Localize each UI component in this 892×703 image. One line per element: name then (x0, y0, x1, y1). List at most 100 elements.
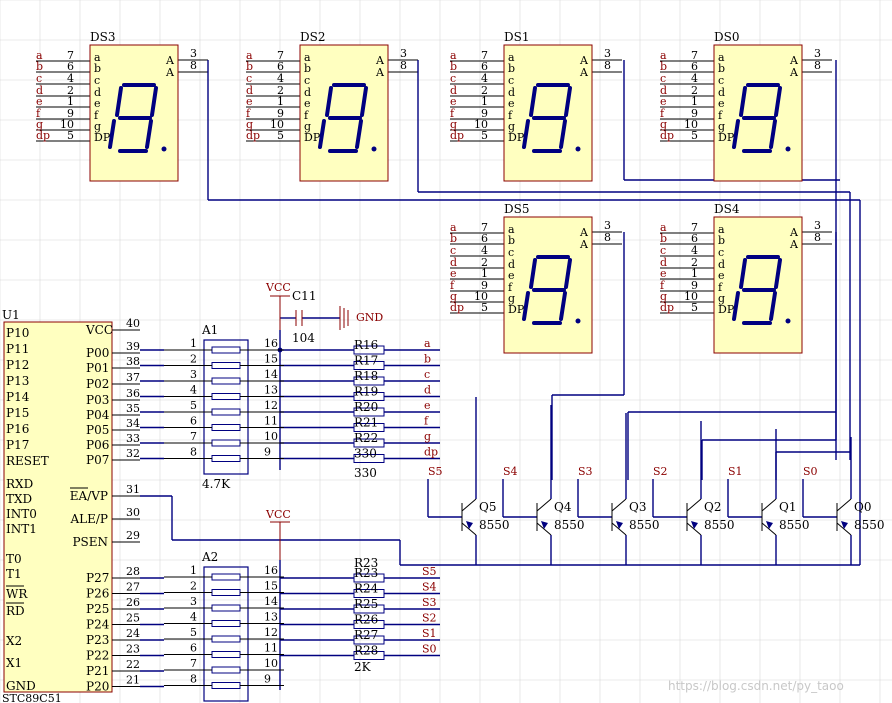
a1-resistor (211, 424, 241, 431)
vcc-label-1: VCC (265, 281, 291, 294)
a2-num-l: 2 (190, 580, 197, 593)
mcu-pin-0: EA/VP (70, 489, 108, 503)
net-label-S3: S3 (422, 596, 437, 609)
r-bot-ref: R24 (354, 582, 379, 596)
q5-part: 8550 (854, 518, 885, 532)
a1-num-r: 16 (264, 337, 278, 350)
cap-ref: C11 (292, 289, 316, 303)
a1-num-r: 13 (264, 384, 278, 397)
ds3-body (89, 44, 179, 182)
a1-num-r: 15 (264, 353, 278, 366)
ds0-com-label-2: A (789, 66, 799, 79)
ds1-seg-label: DP (508, 131, 525, 144)
mcu-pin-num: 31 (126, 483, 140, 496)
ds3-com-label-2: A (165, 66, 175, 79)
ds4-com-num: 8 (814, 231, 821, 244)
mcu-pin-num: 25 (126, 612, 140, 625)
net-label-dp: dp (424, 446, 438, 459)
a2-num-l: 1 (190, 564, 197, 577)
r-top-ref: R16 (354, 338, 378, 352)
mcu-ref: U1 (2, 308, 20, 322)
mcu-pin-num: 27 (126, 581, 140, 594)
r-bot-ref: R25 (354, 597, 378, 611)
q4-part: 8550 (779, 518, 810, 532)
ds0-dp-dot (785, 146, 791, 152)
a2-resistor (211, 589, 241, 596)
mcu-pin-gnd: GND (6, 679, 36, 693)
q5-net: S0 (803, 465, 818, 478)
r-top-ref: R17 (354, 354, 378, 368)
q3-net: S2 (653, 465, 668, 478)
net-label-b: b (424, 353, 431, 366)
a1-resistor (211, 377, 241, 385)
ds4-body (713, 216, 803, 354)
mcu-pin-num: 38 (126, 355, 140, 368)
a2-num-l: 6 (190, 642, 197, 655)
mcu-pin-int1: INT1 (6, 522, 37, 536)
net-label-S2: S2 (422, 612, 437, 625)
ds1-ref: DS1 (504, 30, 529, 44)
mcu-pin-rxd: RXD (6, 477, 33, 491)
schematic-canvas: DS3a 7 ab 6 bc 4 cd 2 de 1 ef 9 fg 10 gdp 5 DPAA38DS2a 7 a… (0, 0, 892, 703)
mcu-pin-p05: P05 (86, 423, 109, 437)
q0-collector (461, 498, 477, 512)
q0-net: S5 (428, 465, 443, 478)
mcu-pin-num: 40 (126, 317, 140, 330)
net-label-c: c (424, 368, 430, 381)
mcu-pin-num: 32 (126, 447, 140, 460)
q4-net: S1 (728, 465, 743, 478)
ds4-pin-num: 5 (691, 301, 698, 314)
mcu-pin-int0: INT0 (6, 507, 37, 521)
mcu-pin-p03: P03 (86, 393, 109, 407)
a1-num-r: 9 (264, 446, 271, 459)
mcu-pin-reset: RESET (6, 454, 49, 468)
vcc-label-2: VCC (265, 508, 291, 521)
mcu-pin-num: 23 (126, 643, 140, 656)
q4-collector (761, 498, 777, 512)
q1-ref: Q4 (554, 500, 572, 514)
a1-ref: A1 (201, 323, 218, 337)
net-label-a: a (424, 337, 431, 350)
a2-num-r: 10 (264, 657, 278, 670)
mcu-pin-num: 35 (126, 402, 140, 415)
a2-num-l: 7 (190, 657, 197, 670)
ds2-pin-num: 5 (277, 129, 284, 142)
a1-resistor (211, 393, 241, 400)
ds3-pin-num: 5 (67, 129, 74, 142)
a2-num-r: 16 (264, 564, 278, 577)
q2-collector (611, 498, 627, 512)
mcu-pin-p23: P23 (86, 633, 109, 647)
mcu-pin-2: PSEN (72, 535, 108, 549)
mcu-pin-p26: P26 (86, 587, 109, 601)
a2-resistor (211, 651, 241, 658)
ds2-dp-dot (371, 146, 377, 152)
ds5-com-num: 8 (604, 231, 611, 244)
ds3-seg-label: DP (94, 131, 111, 144)
mcu-pin-p10: P10 (6, 326, 29, 340)
ds0-ref: DS0 (714, 30, 739, 44)
q3-part: 8550 (704, 518, 735, 532)
r-top-ref: 330 (354, 447, 377, 461)
a2-resistor (211, 620, 241, 627)
mcu-pin-num: 26 (126, 596, 140, 609)
ds5-pin-num: 5 (481, 301, 488, 314)
mcu-pin-num: 39 (126, 340, 140, 353)
mcu-pin-num: 30 (126, 506, 140, 519)
r-bot-ref: R27 (354, 628, 378, 642)
a1-resistor (211, 346, 241, 354)
ds1-pin-num: 5 (481, 129, 488, 142)
a1-num-r: 14 (264, 368, 278, 381)
a2-num-r: 13 (264, 611, 278, 624)
a2-resistor (211, 666, 241, 674)
mcu-pin-wr: WR (6, 587, 28, 601)
a1-num-l: 1 (190, 337, 197, 350)
mcu-pin-num: 21 (126, 674, 140, 687)
a2-num-r: 11 (264, 642, 278, 655)
a1-num-l: 6 (190, 415, 197, 428)
mcu-pin-num: 34 (126, 417, 140, 430)
ds1-body (503, 44, 593, 182)
mcu-pin-p21: P21 (86, 664, 109, 678)
q1-net: S4 (503, 465, 518, 478)
watermark: https://blog.csdn.net/py_taoo (668, 679, 844, 693)
ds1-com-label-2: A (579, 66, 589, 79)
